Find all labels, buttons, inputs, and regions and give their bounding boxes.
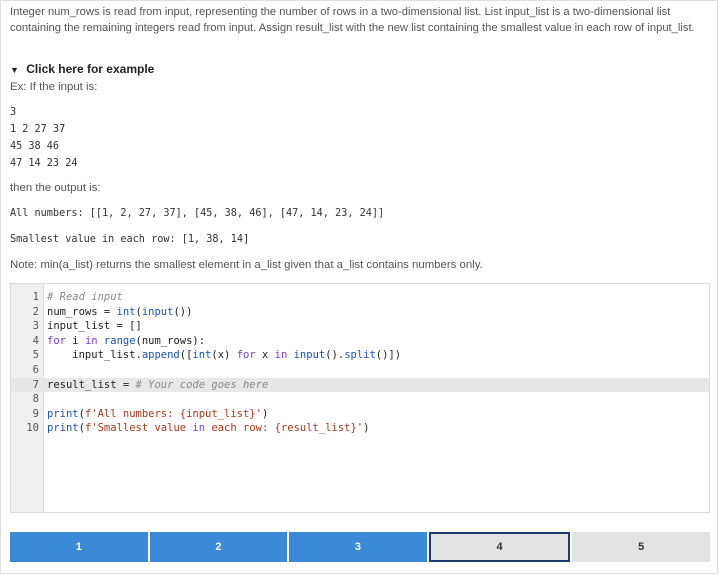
progress-step-4[interactable]: 4 bbox=[428, 532, 571, 562]
progress-step-3[interactable]: 3 bbox=[289, 532, 427, 562]
code-line[interactable]: 7 result_list = # Your code goes here bbox=[11, 377, 709, 393]
code-line[interactable]: 5 input_list.append([int(x) for x in inp… bbox=[11, 348, 709, 363]
code-line[interactable]: 8 bbox=[11, 392, 709, 407]
progress-step-2[interactable]: 2 bbox=[149, 532, 288, 562]
prompt-text: Integer num_rows is read from input, rep… bbox=[10, 6, 695, 35]
example-intro: Ex: If the input is: bbox=[10, 81, 98, 93]
code-text[interactable]: input_list = [] bbox=[47, 319, 142, 334]
line-number: 6 bbox=[32, 364, 39, 376]
line-number: 3 bbox=[32, 320, 39, 333]
code-line[interactable]: 6 bbox=[11, 363, 709, 378]
code-text[interactable]: print(f'Smallest value in each row: {res… bbox=[47, 421, 369, 436]
code-line[interactable]: 10 print(f'Smallest value in each row: {r… bbox=[11, 421, 709, 436]
line-number: 10 bbox=[26, 422, 39, 435]
triangle-down-icon: ▼ bbox=[10, 65, 19, 75]
example-output-line: Smallest value in each row: [1, 38, 14] bbox=[10, 234, 250, 245]
example-output-line: All numbers: [[1, 2, 27, 37], [45, 38, 4… bbox=[10, 208, 385, 219]
line-number: 9 bbox=[32, 407, 39, 420]
progress-step-5[interactable]: 5 bbox=[572, 532, 710, 562]
line-number: 2 bbox=[32, 305, 39, 318]
code-line[interactable]: 9 print(f'All numbers: {input_list}') bbox=[11, 407, 709, 422]
example-input-line: 3 bbox=[10, 107, 17, 118]
line-number: 5 bbox=[32, 349, 39, 362]
code-text[interactable]: input_list.append([int(x) for x in input… bbox=[47, 348, 401, 363]
code-text[interactable]: result_list = # Your code goes here bbox=[47, 378, 268, 393]
code-text[interactable]: # Read input bbox=[47, 290, 123, 305]
code-text[interactable]: num_rows = int(input()) bbox=[47, 305, 192, 320]
example-input-line: 45 38 46 bbox=[10, 141, 60, 152]
example-then-text: then the output is: bbox=[10, 182, 101, 194]
example-toggle[interactable]: ▼ Click here for example bbox=[10, 62, 154, 76]
progress-step-1[interactable]: 1 bbox=[10, 532, 148, 562]
progress-bar: 12345 bbox=[10, 532, 710, 562]
code-editor[interactable]: 1 # Read input 2 num_rows = int(input()) 3 in… bbox=[10, 283, 710, 513]
example-input-line: 47 14 23 24 bbox=[10, 158, 78, 169]
line-number: 1 bbox=[32, 291, 39, 303]
example-toggle-label: Click here for example bbox=[26, 62, 155, 76]
code-line[interactable]: 4 for i in range(num_rows): bbox=[11, 334, 709, 349]
code-line[interactable]: 2 num_rows = int(input()) bbox=[11, 305, 709, 320]
line-number: 7 bbox=[32, 378, 39, 391]
line-number: 4 bbox=[32, 334, 39, 347]
code-text[interactable]: for i in range(num_rows): bbox=[47, 334, 205, 349]
example-input-line: 1 2 27 37 bbox=[10, 124, 66, 135]
example-note: Note: min(a_list) returns the smallest e… bbox=[10, 259, 483, 271]
line-number: 8 bbox=[32, 393, 39, 406]
code-line[interactable]: 1 # Read input bbox=[11, 290, 709, 305]
code-text[interactable]: print(f'All numbers: {input_list}') bbox=[47, 407, 268, 422]
code-line[interactable]: 3 input_list = [] bbox=[11, 319, 709, 334]
